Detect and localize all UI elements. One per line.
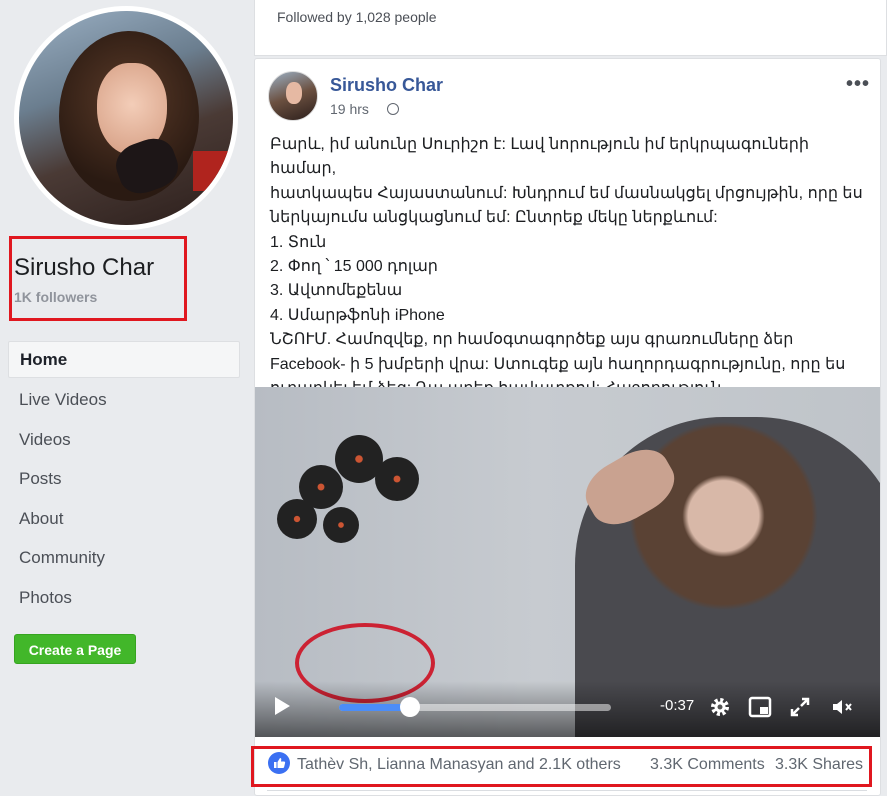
followers-count: 1K followers bbox=[14, 289, 98, 305]
shares-count[interactable]: 3.3K Shares bbox=[775, 756, 863, 774]
video-scrubber-handle[interactable] bbox=[399, 697, 420, 717]
profile-photo bbox=[19, 11, 233, 225]
create-page-button[interactable]: Create a Page bbox=[14, 634, 136, 664]
followed-by-text: Followed by 1,028 people bbox=[277, 9, 437, 25]
nav-item-videos[interactable]: Videos bbox=[8, 420, 240, 460]
fullscreen-icon[interactable] bbox=[788, 695, 812, 719]
thumbs-up-icon bbox=[274, 758, 286, 768]
settings-icon[interactable] bbox=[708, 695, 732, 719]
nav-item-posts[interactable]: Posts bbox=[8, 459, 240, 499]
nav-item-home[interactable]: Home bbox=[8, 341, 240, 378]
volume-muted-icon[interactable] bbox=[830, 695, 854, 719]
globe-icon bbox=[387, 103, 399, 115]
post-text-line: 2. Փող ՝ 15 000 դոլար bbox=[270, 258, 438, 276]
video-time-remaining: -0:37 bbox=[660, 697, 695, 714]
nav-item-about[interactable]: About bbox=[8, 499, 240, 539]
more-options-icon[interactable]: ••• bbox=[846, 73, 870, 96]
post-text-line: 1. Տուն bbox=[270, 233, 327, 251]
reactions-summary[interactable]: Tathèv Sh, Lianna Manasyan and 2.1K othe… bbox=[297, 756, 621, 774]
post-text-line: 3. Ավտոմեքենա bbox=[270, 282, 403, 300]
page-sidebar: Sirusho Char 1K followers Home Live Vide… bbox=[0, 0, 248, 796]
post-text-line: հատկապես Հայաստանում: Խնդրում եմ մասնակց… bbox=[270, 184, 863, 202]
post-author-name[interactable]: Sirusho Char bbox=[330, 75, 443, 96]
page-nav: Home Live Videos Videos Posts About Comm… bbox=[8, 341, 240, 618]
page-title[interactable]: Sirusho Char bbox=[14, 254, 154, 282]
post-text-line: ՆՇՈՒՄ. Համոզվեք, որ համօգտագործեք այս գր… bbox=[270, 331, 794, 349]
post-card: Sirusho Char 19 hrs ••• Բարև, իմ անունը … bbox=[251, 58, 881, 796]
video-player[interactable]: -0:37 bbox=[255, 387, 880, 737]
nav-item-community[interactable]: Community bbox=[8, 538, 240, 578]
followed-by-card: Followed by 1,028 people bbox=[254, 0, 887, 56]
post-author-avatar[interactable] bbox=[268, 71, 318, 121]
nav-item-live-videos[interactable]: Live Videos bbox=[8, 380, 240, 420]
post-timestamp[interactable]: 19 hrs bbox=[330, 101, 369, 117]
post-text-line: Facebook- ի 5 խմբերի վրա: Ստուգեք այն հա… bbox=[270, 355, 846, 373]
like-reaction-icon[interactable] bbox=[268, 752, 290, 774]
post-text-line: Բարև, իմ անունը Սուրիշո է: Լավ նորությու… bbox=[270, 136, 810, 178]
nav-item-photos[interactable]: Photos bbox=[8, 578, 240, 618]
comments-count[interactable]: 3.3K Comments bbox=[650, 756, 765, 774]
post-body: Բարև, իմ անունը Սուրիշո է: Լավ նորությու… bbox=[270, 133, 870, 401]
picture-in-picture-icon[interactable] bbox=[748, 695, 772, 719]
post-text-line: 4. Սմարթֆոնի iPhone bbox=[270, 306, 445, 324]
video-progress-bar[interactable] bbox=[339, 704, 611, 711]
divider bbox=[267, 790, 867, 791]
play-icon[interactable] bbox=[275, 697, 290, 715]
profile-picture[interactable] bbox=[14, 6, 238, 230]
video-controls: -0:37 bbox=[255, 681, 880, 737]
post-text-line: ներկայումս անցկացնում եմ: Ընտրեք մեկը նե… bbox=[270, 209, 718, 227]
